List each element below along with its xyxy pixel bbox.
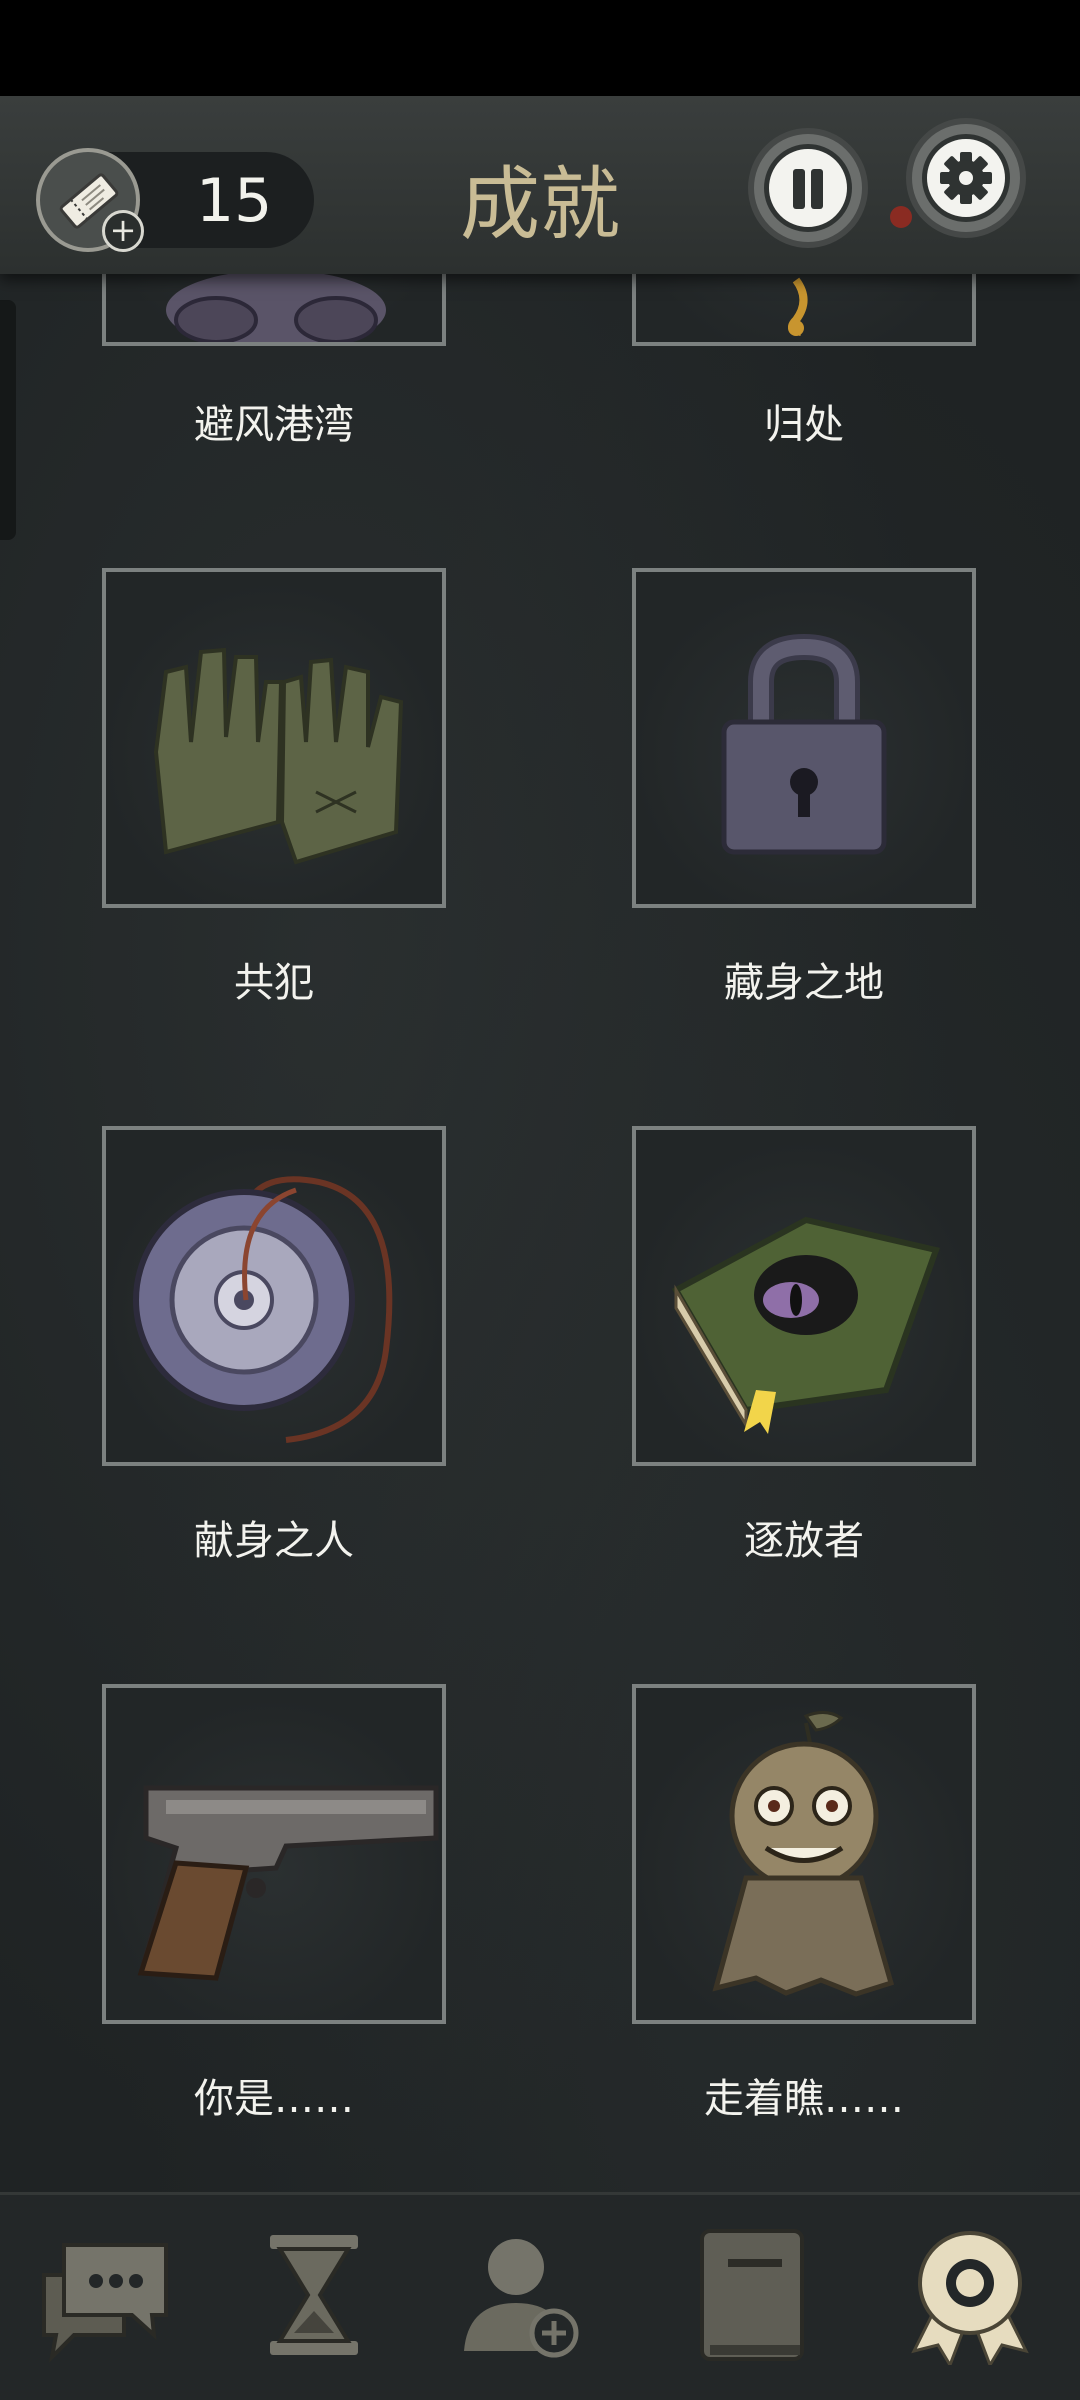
settings-button[interactable] xyxy=(906,118,1026,238)
page-title: 成就 xyxy=(460,158,620,251)
gloves-icon xyxy=(153,647,404,865)
achievement-label: 你是…… xyxy=(194,2076,354,2122)
achievement-card-devoted[interactable] xyxy=(102,1126,446,1466)
pause-icon xyxy=(764,144,852,232)
achievement-label: 归处 xyxy=(764,402,844,448)
achievement-label: 走着瞧…… xyxy=(704,2076,904,2122)
achievement-label: 献身之人 xyxy=(194,1518,354,1564)
book-icon xyxy=(700,2229,804,2361)
nav-add-friend[interactable] xyxy=(454,2225,594,2365)
nav-journal[interactable] xyxy=(688,2225,828,2365)
achievement-card-exile[interactable] xyxy=(632,1126,976,1466)
amulet-icon xyxy=(133,1176,393,1443)
ticket-count: 15 xyxy=(196,166,273,236)
pendant-icon xyxy=(788,277,808,336)
top-bar: + 15 成就 xyxy=(0,96,1080,274)
eye-book-icon xyxy=(671,1216,940,1434)
achievement-card-haven[interactable] xyxy=(102,274,446,346)
achievement-ribbon-icon xyxy=(911,2231,1029,2365)
achievement-card-wait-and-see[interactable] xyxy=(632,1684,976,2024)
achievement-label: 避风港湾 xyxy=(194,402,354,448)
nav-chat[interactable] xyxy=(34,2225,174,2365)
creature-icon xyxy=(166,274,386,342)
achievement-card-you-are[interactable] xyxy=(102,1684,446,2024)
gear-icon xyxy=(922,134,1010,222)
achievements-screen: 避风港湾 归处 共犯 藏身之地 献身之人 逐放者 你是…… 走着瞧…… + 15… xyxy=(0,0,1080,2400)
pistol-icon xyxy=(137,1785,439,1981)
nav-achievements[interactable] xyxy=(900,2225,1040,2365)
ticket-counter[interactable]: + 15 xyxy=(36,148,314,252)
nav-hourglass[interactable] xyxy=(244,2225,384,2365)
padlock-icon xyxy=(721,633,887,855)
side-handle[interactable] xyxy=(0,300,16,540)
ghost-doll-icon xyxy=(712,1711,895,1997)
add-ticket-icon[interactable]: + xyxy=(102,210,144,252)
achievements-scroll-area[interactable]: 避风港湾 归处 共犯 藏身之地 献身之人 逐放者 你是…… 走着瞧…… xyxy=(0,274,1080,2194)
achievement-label: 藏身之地 xyxy=(724,960,884,1006)
achievement-card-accomplice[interactable] xyxy=(102,568,446,908)
achievement-label: 共犯 xyxy=(234,960,314,1006)
hourglass-icon xyxy=(270,2235,358,2355)
add-user-icon xyxy=(464,2239,579,2358)
achievement-label: 逐放者 xyxy=(744,1518,864,1564)
status-bar xyxy=(0,0,1080,96)
blood-splatter xyxy=(890,206,912,228)
bottom-navigation xyxy=(0,2192,1080,2400)
pause-button[interactable] xyxy=(748,128,868,248)
achievement-card-hideout[interactable] xyxy=(632,568,976,908)
chat-icon xyxy=(42,2243,168,2363)
achievement-card-home[interactable] xyxy=(632,274,976,346)
